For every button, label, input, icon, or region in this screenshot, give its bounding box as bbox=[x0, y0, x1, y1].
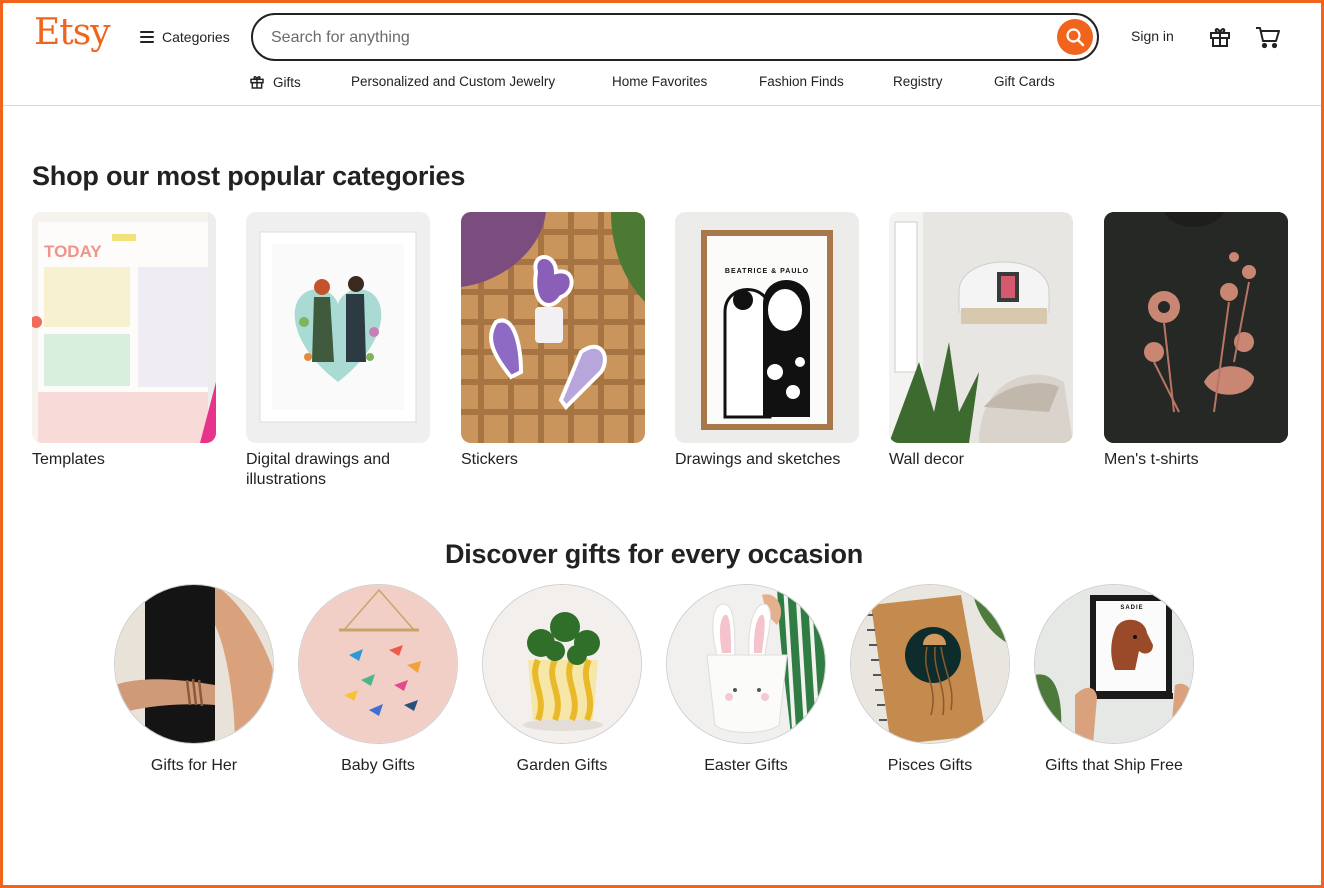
occasion-label: Easter Gifts bbox=[704, 757, 788, 774]
category-card-drawings-sketches[interactable]: BEATRICE & PAULO Drawings and sketches bbox=[675, 212, 859, 470]
gifts-ship-free-image: SADIE bbox=[1034, 584, 1194, 744]
nav-gifts-label: Gifts bbox=[273, 74, 301, 90]
categories-label: Categories bbox=[162, 29, 230, 45]
nav-personalized-jewelry[interactable]: Personalized and Custom Jewelry bbox=[351, 74, 555, 89]
nav-registry[interactable]: Registry bbox=[893, 74, 943, 89]
gift-icon bbox=[250, 75, 264, 89]
occasion-pisces-gifts[interactable]: Pisces Gifts bbox=[840, 584, 1020, 775]
site-header: Etsy Categories Sign in bbox=[0, 0, 1324, 106]
garden-gifts-image bbox=[482, 584, 642, 744]
occasion-label: Pisces Gifts bbox=[887, 757, 973, 774]
digital-drawings-image bbox=[246, 212, 430, 443]
pisces-gifts-image bbox=[850, 584, 1010, 744]
drawing-caption: BEATRICE & PAULO bbox=[724, 268, 810, 275]
category-label: Wall decor bbox=[889, 451, 964, 468]
templates-image-heading: TODAY bbox=[44, 242, 102, 261]
cart-icon bbox=[1256, 27, 1280, 49]
etsy-logo[interactable]: Etsy bbox=[34, 12, 111, 53]
search-icon bbox=[1066, 28, 1085, 47]
occasion-garden-gifts[interactable]: Garden Gifts bbox=[472, 584, 652, 775]
stickers-image bbox=[461, 212, 645, 443]
occasion-gifts-for-her[interactable]: Gifts for Her bbox=[104, 584, 284, 775]
category-label: Digital drawings and illustrations bbox=[246, 451, 391, 488]
category-card-digital-drawings[interactable]: Digital drawings and illustrations bbox=[246, 212, 430, 490]
popular-categories-title: Shop our most popular categories bbox=[32, 161, 466, 191]
nav-home-favorites[interactable]: Home Favorites bbox=[612, 74, 707, 89]
category-card-templates[interactable]: TODAY Templates bbox=[32, 212, 216, 470]
search-input[interactable] bbox=[271, 25, 1041, 51]
wall-decor-image bbox=[889, 212, 1073, 443]
occasion-label: Baby Gifts bbox=[341, 757, 415, 774]
nav-fashion-finds[interactable]: Fashion Finds bbox=[759, 74, 844, 89]
gift-mode-button[interactable] bbox=[1207, 24, 1233, 50]
category-label: Men's t-shirts bbox=[1104, 451, 1199, 468]
category-card-wall-decor[interactable]: Wall decor bbox=[889, 212, 1073, 470]
nav-gifts[interactable]: Gifts bbox=[249, 74, 301, 90]
templates-image: TODAY bbox=[32, 212, 216, 443]
occasion-label: Garden Gifts bbox=[516, 757, 608, 774]
occasion-easter-gifts[interactable]: Easter Gifts bbox=[656, 584, 836, 775]
sign-in-link[interactable]: Sign in bbox=[1131, 28, 1174, 44]
category-card-mens-tshirts[interactable]: Men's t-shirts bbox=[1104, 212, 1288, 470]
category-label: Drawings and sketches bbox=[675, 451, 841, 468]
drawings-sketches-image: BEATRICE & PAULO bbox=[675, 212, 859, 443]
sub-navigation: Gifts Personalized and Custom Jewelry Ho… bbox=[0, 74, 1324, 94]
cart-button[interactable] bbox=[1255, 24, 1281, 50]
occasions-title: Discover gifts for every occasion bbox=[444, 539, 864, 569]
easter-gifts-image bbox=[666, 584, 826, 744]
portrait-name: SADIE bbox=[1120, 605, 1144, 611]
baby-gifts-image bbox=[298, 584, 458, 744]
occasion-label: Gifts for Her bbox=[150, 757, 238, 774]
occasion-label: Gifts that Ship Free bbox=[1045, 757, 1183, 774]
mens-tshirts-image bbox=[1104, 212, 1288, 443]
occasion-baby-gifts[interactable]: Baby Gifts bbox=[288, 584, 468, 775]
category-label: Templates bbox=[32, 451, 105, 468]
category-label: Stickers bbox=[461, 451, 518, 468]
gifts-for-her-image bbox=[114, 584, 274, 744]
category-card-stickers[interactable]: Stickers bbox=[461, 212, 645, 470]
occasion-gifts-ship-free[interactable]: SADIE Gifts that Ship Free bbox=[1024, 584, 1204, 775]
nav-gift-cards[interactable]: Gift Cards bbox=[994, 74, 1055, 89]
search-button[interactable] bbox=[1057, 19, 1093, 55]
search-bar bbox=[251, 13, 1099, 61]
menu-icon bbox=[140, 31, 154, 43]
categories-button[interactable]: Categories bbox=[134, 22, 236, 52]
gift-icon bbox=[1210, 28, 1230, 47]
